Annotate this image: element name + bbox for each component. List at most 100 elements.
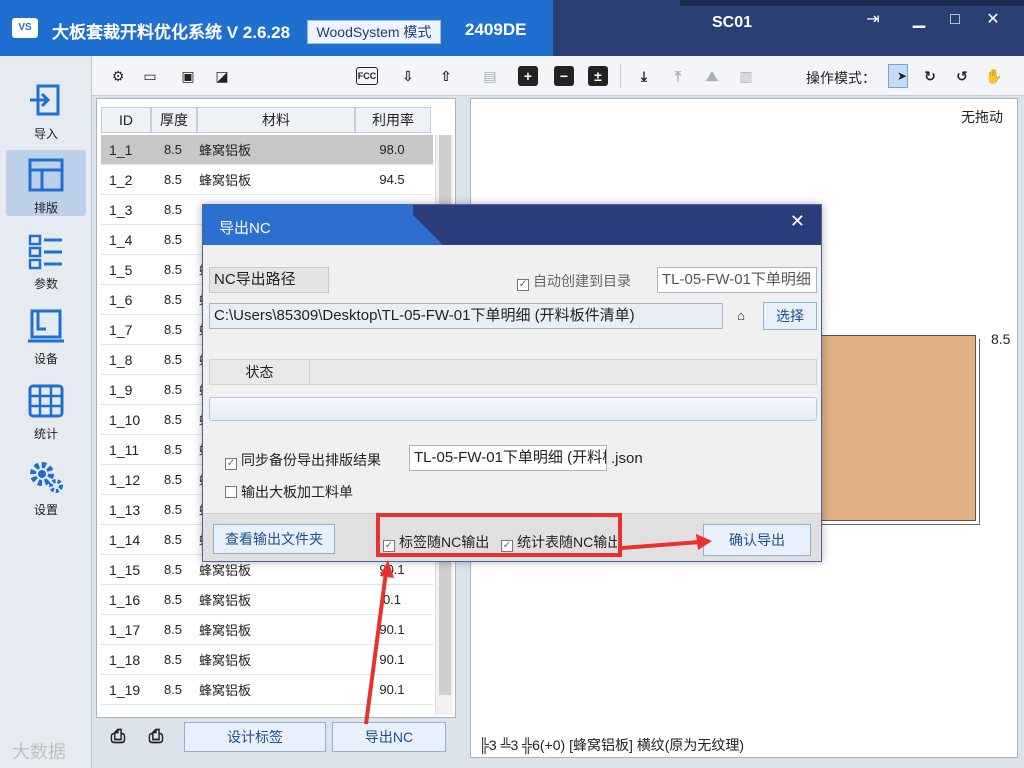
nav-import[interactable]: 导入 xyxy=(6,76,86,142)
table-row[interactable]: 1_1 8.5 蜂窝铝板 98.0 xyxy=(101,135,433,165)
app-logo: VS xyxy=(12,18,38,38)
sync-backup-checkbox[interactable]: ✓ 同步备份导出排版结果 xyxy=(225,450,381,470)
row-material: 蜂窝铝板 xyxy=(199,173,252,188)
exit-icon[interactable]: ⇥ xyxy=(858,8,888,32)
col-material[interactable]: 材料 xyxy=(197,107,355,133)
tag-icon[interactable]: ▭ xyxy=(138,64,162,88)
sheet-thickness: 8.5 xyxy=(991,331,1011,347)
minimize-icon[interactable]: ▁ xyxy=(904,8,934,32)
choose-button[interactable]: 选择 xyxy=(763,302,817,330)
fcc-button[interactable]: FCC xyxy=(356,67,378,85)
left-navigation: 导入 排版 参数 设备 统计 设置 xyxy=(0,56,92,768)
dir-name-input[interactable]: TL-05-FW-01下单明细 xyxy=(657,267,817,293)
gear-icon[interactable]: ⚙ xyxy=(106,64,130,88)
canvas-status: ╠3 ╩3 ╬6(+0) [蜂窝铝板] 横纹(原为无纹理) xyxy=(479,737,745,753)
preview-icon[interactable]: ◪ xyxy=(210,64,234,88)
table-row[interactable]: 1_16 8.5 蜂窝铝板 0.1 xyxy=(101,585,433,615)
row-thickness: 8.5 xyxy=(163,412,183,427)
col-thickness[interactable]: 厚度 xyxy=(151,107,197,133)
row-utilization: 90.1 xyxy=(379,562,405,577)
add-sheet-icon[interactable]: ± xyxy=(588,66,608,86)
table-row[interactable]: 1_18 8.5 蜂窝铝板 90.1 xyxy=(101,645,433,675)
add-icon[interactable]: + xyxy=(518,66,538,86)
json-name-input[interactable]: TL-05-FW-01下单明细 (开料板 xyxy=(409,445,607,471)
row-id: 1_7 xyxy=(109,321,133,338)
auto-create-checkbox[interactable]: ✓ 自动创建到目录 xyxy=(517,271,631,291)
sync-backup-check-icon: ✓ xyxy=(225,458,237,470)
row-thickness: 8.5 xyxy=(163,262,183,277)
table-row[interactable]: 1_17 8.5 蜂窝铝板 90.1 xyxy=(101,615,433,645)
row-id: 1_2 xyxy=(109,171,133,188)
save-icon[interactable]: ▤ xyxy=(478,64,502,88)
export-nc-button[interactable]: 导出NC xyxy=(332,722,446,752)
hand-icon[interactable]: ✋ xyxy=(982,64,1006,88)
row-thickness: 8.5 xyxy=(163,352,183,367)
image-icon[interactable]: ▣ xyxy=(176,64,200,88)
status-column: 状态 xyxy=(210,360,310,384)
row-id: 1_12 xyxy=(109,471,141,488)
row-id: 1_19 xyxy=(109,681,141,698)
dialog-titlebar-slant xyxy=(403,205,443,245)
nav-layout-label: 排版 xyxy=(33,201,58,215)
rotate-ccw-icon[interactable]: ↺ xyxy=(950,64,974,88)
json-extension: .json xyxy=(611,450,643,467)
export-up-icon[interactable]: ⇧ xyxy=(434,64,458,88)
row-thickness: 8.5 xyxy=(163,682,183,697)
output-list-label: 输出大板加工料单 xyxy=(241,484,353,500)
auto-create-check-icon: ✓ xyxy=(517,279,529,291)
bars-icon[interactable]: ▥ xyxy=(734,64,758,88)
confirm-export-button[interactable]: 确认导出 xyxy=(703,524,811,556)
status-header: 状态 xyxy=(209,359,817,385)
nav-stats[interactable]: 统计 xyxy=(6,376,86,442)
download-bar-icon[interactable]: ⤓ xyxy=(632,64,656,88)
title-bar: VS 大板套裁开料优化系统 V 2.6.28 WoodSystem 模式 240… xyxy=(0,0,1024,56)
nav-device[interactable]: 设备 xyxy=(6,301,86,367)
export-down-icon[interactable]: ⇩ xyxy=(396,64,420,88)
print-preview-icon[interactable]: ⎙ xyxy=(106,724,130,748)
cursor-icon: ➤ xyxy=(896,69,908,83)
row-material: 蜂窝铝板 xyxy=(199,143,252,158)
row-id: 1_9 xyxy=(109,381,133,398)
sync-backup-label: 同步备份导出排版结果 xyxy=(241,452,381,468)
design-label-button[interactable]: 设计标签 xyxy=(184,722,326,752)
table-row[interactable]: 1_2 8.5 蜂窝铝板 94.5 xyxy=(101,165,433,195)
nav-stats-label: 统计 xyxy=(33,427,58,441)
folder-icon[interactable]: ⌂ xyxy=(731,305,751,325)
bottom-bar: ⎙ ⎙ 设计标签 导出NC xyxy=(96,718,456,758)
table-row[interactable]: 1_19 8.5 蜂窝铝板 90.1 xyxy=(101,675,433,705)
col-id[interactable]: ID xyxy=(101,107,151,133)
watermark-text: 大数据 xyxy=(12,742,66,762)
remove-icon[interactable]: − xyxy=(554,66,574,86)
nav-device-label: 设备 xyxy=(33,352,58,366)
row-material: 蜂窝铝板 xyxy=(199,563,252,578)
maximize-icon[interactable]: □ xyxy=(940,8,970,32)
row-id: 1_14 xyxy=(109,531,141,548)
nav-layout[interactable]: 排版 xyxy=(6,150,86,216)
col-utilization[interactable]: 利用率 xyxy=(355,107,431,133)
align-icon[interactable]: ⤒ xyxy=(666,64,690,88)
nc-path-input[interactable]: C:\Users\85309\Desktop\TL-05-FW-01下单明细 (… xyxy=(209,303,723,329)
close-icon[interactable]: ✕ xyxy=(978,8,1008,32)
nav-settings[interactable]: 设置 xyxy=(6,452,86,518)
mode-button[interactable]: WoodSystem 模式 xyxy=(307,20,441,44)
print-icon[interactable]: ⎙ xyxy=(144,724,168,748)
app-title: 大板套裁开料优化系统 V 2.6.28 xyxy=(52,23,291,42)
dialog-titlebar: 导出NC ✕ xyxy=(203,205,821,245)
mountain-icon[interactable]: ⛰ xyxy=(700,64,724,88)
dialog-close-icon[interactable]: ✕ xyxy=(790,211,805,232)
export-progress-bar xyxy=(209,397,817,421)
row-utilization: 90.1 xyxy=(379,652,405,667)
row-id: 1_13 xyxy=(109,501,141,518)
nav-settings-label: 设置 xyxy=(33,503,58,517)
output-list-checkbox[interactable]: 输出大板加工料单 xyxy=(225,482,353,502)
row-id: 1_10 xyxy=(109,411,141,428)
row-thickness: 8.5 xyxy=(163,382,183,397)
row-id: 1_17 xyxy=(109,621,141,638)
open-folder-button[interactable]: 查看输出文件夹 xyxy=(213,524,335,554)
row-thickness: 8.5 xyxy=(163,232,183,247)
params-icon xyxy=(28,234,62,270)
nav-params[interactable]: 参数 xyxy=(6,226,86,292)
rotate-cw-icon[interactable]: ↻ xyxy=(918,64,942,88)
board-sheet[interactable] xyxy=(816,335,976,521)
row-id: 1_18 xyxy=(109,651,141,668)
